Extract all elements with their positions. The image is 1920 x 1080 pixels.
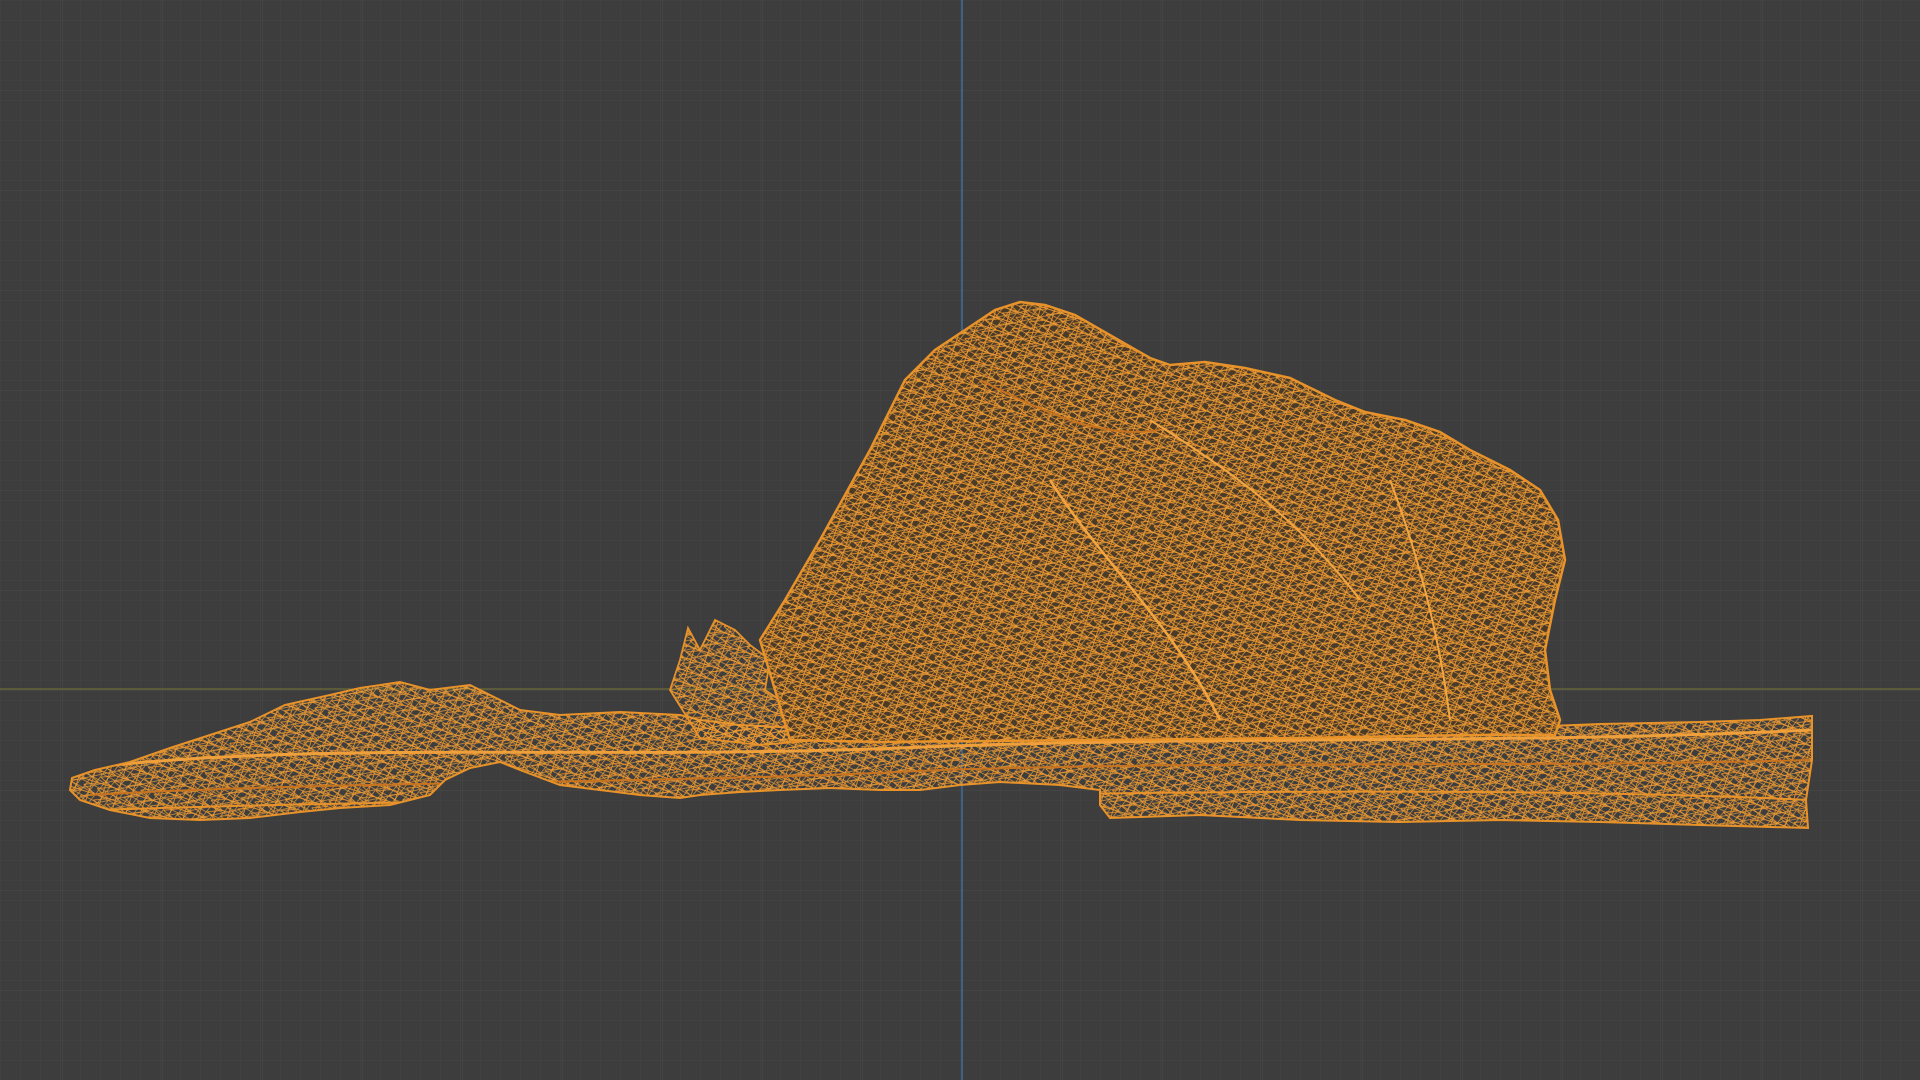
viewport-canvas[interactable] bbox=[0, 0, 1920, 1080]
3d-viewport[interactable] bbox=[0, 0, 1920, 1080]
